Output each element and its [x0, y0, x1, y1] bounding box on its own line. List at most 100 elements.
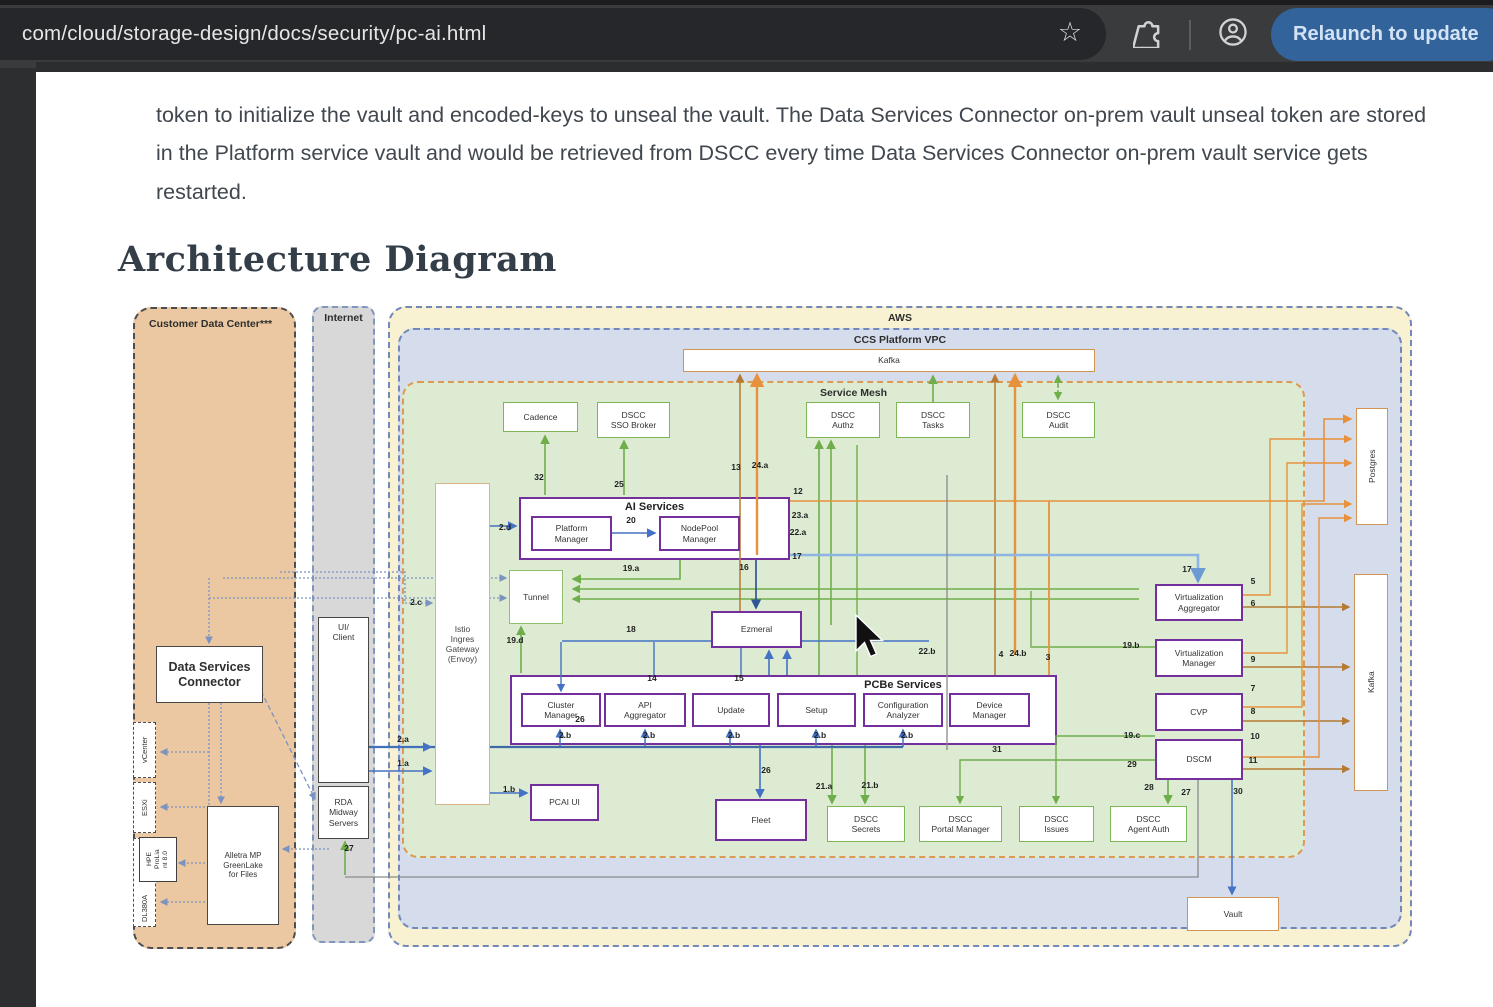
edge-label-23.a: 23.a	[792, 510, 809, 520]
istio-ingress-gateway: Istio Ingres Gateway (Envoy)	[435, 483, 490, 805]
bookmark-star-icon[interactable]: ☆	[1052, 14, 1088, 50]
configuration-analyzer: Configuration Analyzer	[863, 693, 943, 727]
edge-label-26: 26	[575, 714, 584, 724]
cluster-manager: Cluster Manager	[521, 693, 601, 727]
postgres: Postgres	[1356, 408, 1388, 525]
edge-label-21.a: 21.a	[816, 781, 833, 791]
dscc-portal-manager: DSCC Portal Manager	[919, 806, 1002, 842]
page-title: Architecture Diagram	[118, 239, 557, 280]
zone-service-mesh-label: Service Mesh	[404, 387, 1303, 399]
edge-label-2.a: 2.a	[397, 734, 409, 744]
address-bar[interactable]: com/cloud/storage-design/docs/security/p…	[0, 8, 1106, 60]
edge-label-11: 11	[1249, 755, 1258, 765]
relaunch-to-update-button[interactable]: Relaunch to update	[1271, 8, 1493, 61]
cadence: Cadence	[503, 402, 578, 432]
edge-label-2.b: 2.b	[559, 730, 571, 740]
browser-toolbar: com/cloud/storage-design/docs/security/p…	[0, 0, 1493, 68]
edge-label-25: 25	[614, 479, 623, 489]
edge-label-10: 10	[1250, 731, 1259, 741]
edge-label-24.b: 24.b	[1009, 648, 1026, 658]
toolbar-separator	[1189, 20, 1191, 50]
zone-customer-data-center-label: Customer Data Center***	[149, 318, 272, 330]
dscc-agent-auth: DSCC Agent Auth	[1110, 806, 1187, 842]
kafka-top: Kafka	[683, 349, 1095, 372]
zone-ccs-platform-vpc-label: CCS Platform VPC	[400, 334, 1400, 346]
edge-label-1.b: 1.b	[503, 784, 515, 794]
edge-label-2.c: 2.c	[410, 597, 422, 607]
edge-label-27: 27	[344, 843, 353, 853]
nodepool-manager: NodePool Manager	[659, 516, 740, 551]
edge-label-4: 4	[999, 649, 1004, 659]
edge-label-19.d: 19.d	[506, 635, 523, 645]
edge-label-18: 18	[626, 624, 635, 634]
edge-label-21.b: 21.b	[861, 780, 878, 790]
edge-label-17: 17	[1182, 564, 1191, 574]
ezmeral: Ezmeral	[711, 611, 802, 648]
dscc-issues: DSCC Issues	[1019, 806, 1094, 842]
edge-label-2.b: 2.b	[643, 730, 655, 740]
vcenter: vCenter	[133, 722, 156, 778]
setup: Setup	[777, 693, 856, 727]
edge-label-19.a: 19.a	[623, 563, 640, 573]
edge-label-13: 13	[731, 462, 740, 472]
edge-label-24.a: 24.a	[752, 460, 769, 470]
dscc-tasks: DSCC Tasks	[896, 402, 970, 438]
pcai-ui: PCAI UI	[530, 784, 599, 821]
edge-label-15: 15	[734, 673, 743, 683]
dscc-audit: DSCC Audit	[1022, 402, 1095, 438]
edge-label-8: 8	[1251, 706, 1256, 716]
edge-label-31: 31	[992, 744, 1001, 754]
group-ai-services-label: AI Services	[521, 501, 788, 513]
dscc-sso-broker: DSCC SSO Broker	[597, 402, 670, 438]
edge-label-22.b: 22.b	[918, 646, 935, 656]
edge-label-2.d: 2.d	[499, 522, 511, 532]
tunnel: Tunnel	[509, 570, 563, 624]
data-services-connector: Data Services Connector	[156, 646, 263, 703]
cvp: CVP	[1155, 693, 1243, 731]
edge-label-14: 14	[647, 673, 656, 683]
kafka-right: Kafka	[1354, 574, 1388, 791]
rda-midway-servers: RDA Midway Servers	[318, 786, 369, 839]
relaunch-label: Relaunch to update	[1293, 23, 1479, 46]
edge-label-22.a: 22.a	[790, 527, 807, 537]
dscc-secrets: DSCC Secrets	[827, 806, 905, 842]
dscm: DSCM	[1155, 739, 1243, 780]
edge-label-32: 32	[534, 472, 543, 482]
document-paragraph: token to initialize the vault and encode…	[156, 96, 1434, 212]
edge-label-2.b: 2.b	[901, 730, 913, 740]
edge-label-28: 28	[1144, 782, 1153, 792]
update: Update	[692, 693, 770, 727]
alletra-mp-greenlake: Alletra MP GreenLake for Files	[207, 806, 279, 925]
platform-manager: Platform Manager	[531, 516, 612, 551]
toolbar-top-edge	[0, 0, 1493, 5]
fleet: Fleet	[715, 799, 807, 841]
virtualization-aggregator: Virtualization Aggregator	[1155, 584, 1243, 621]
esxi: ESXi	[133, 782, 156, 833]
ui-client: UI/ Client	[318, 617, 369, 783]
edge-label-29: 29	[1127, 759, 1136, 769]
edge-label-17: 17	[792, 551, 801, 561]
edge-label-6: 6	[1251, 598, 1256, 608]
edge-label-27: 27	[1181, 787, 1190, 797]
url-text[interactable]: com/cloud/storage-design/docs/security/p…	[22, 22, 486, 46]
virtualization-manager: Virtualization Manager	[1155, 639, 1243, 677]
edge-label-9: 9	[1251, 654, 1256, 664]
profile-icon[interactable]	[1217, 16, 1249, 48]
vault: Vault	[1187, 897, 1279, 931]
edge-label-5: 5	[1251, 576, 1256, 586]
left-dark-gutter	[0, 68, 36, 1007]
edge-label-19.b: 19.b	[1122, 640, 1139, 650]
group-pcbe-services-label: PCBe Services	[631, 679, 1174, 691]
toolbar-shadow	[36, 62, 1493, 72]
zone-aws-label: AWS	[390, 312, 1410, 324]
api-aggregator: API Aggregator	[604, 693, 686, 727]
device-manager: Device Manager	[949, 693, 1030, 727]
edge-label-3: 3	[1046, 652, 1051, 662]
edge-label-16: 16	[739, 562, 748, 572]
architecture-diagram: Customer Data Center*** Internet AWS CCS Pl…	[119, 295, 1423, 957]
extensions-icon[interactable]	[1133, 16, 1165, 48]
edge-label-30: 30	[1233, 786, 1242, 796]
edge-label-2.b: 2.b	[728, 730, 740, 740]
dscc-authz: DSCC Authz	[806, 402, 880, 438]
zone-internet-label: Internet	[314, 312, 373, 324]
